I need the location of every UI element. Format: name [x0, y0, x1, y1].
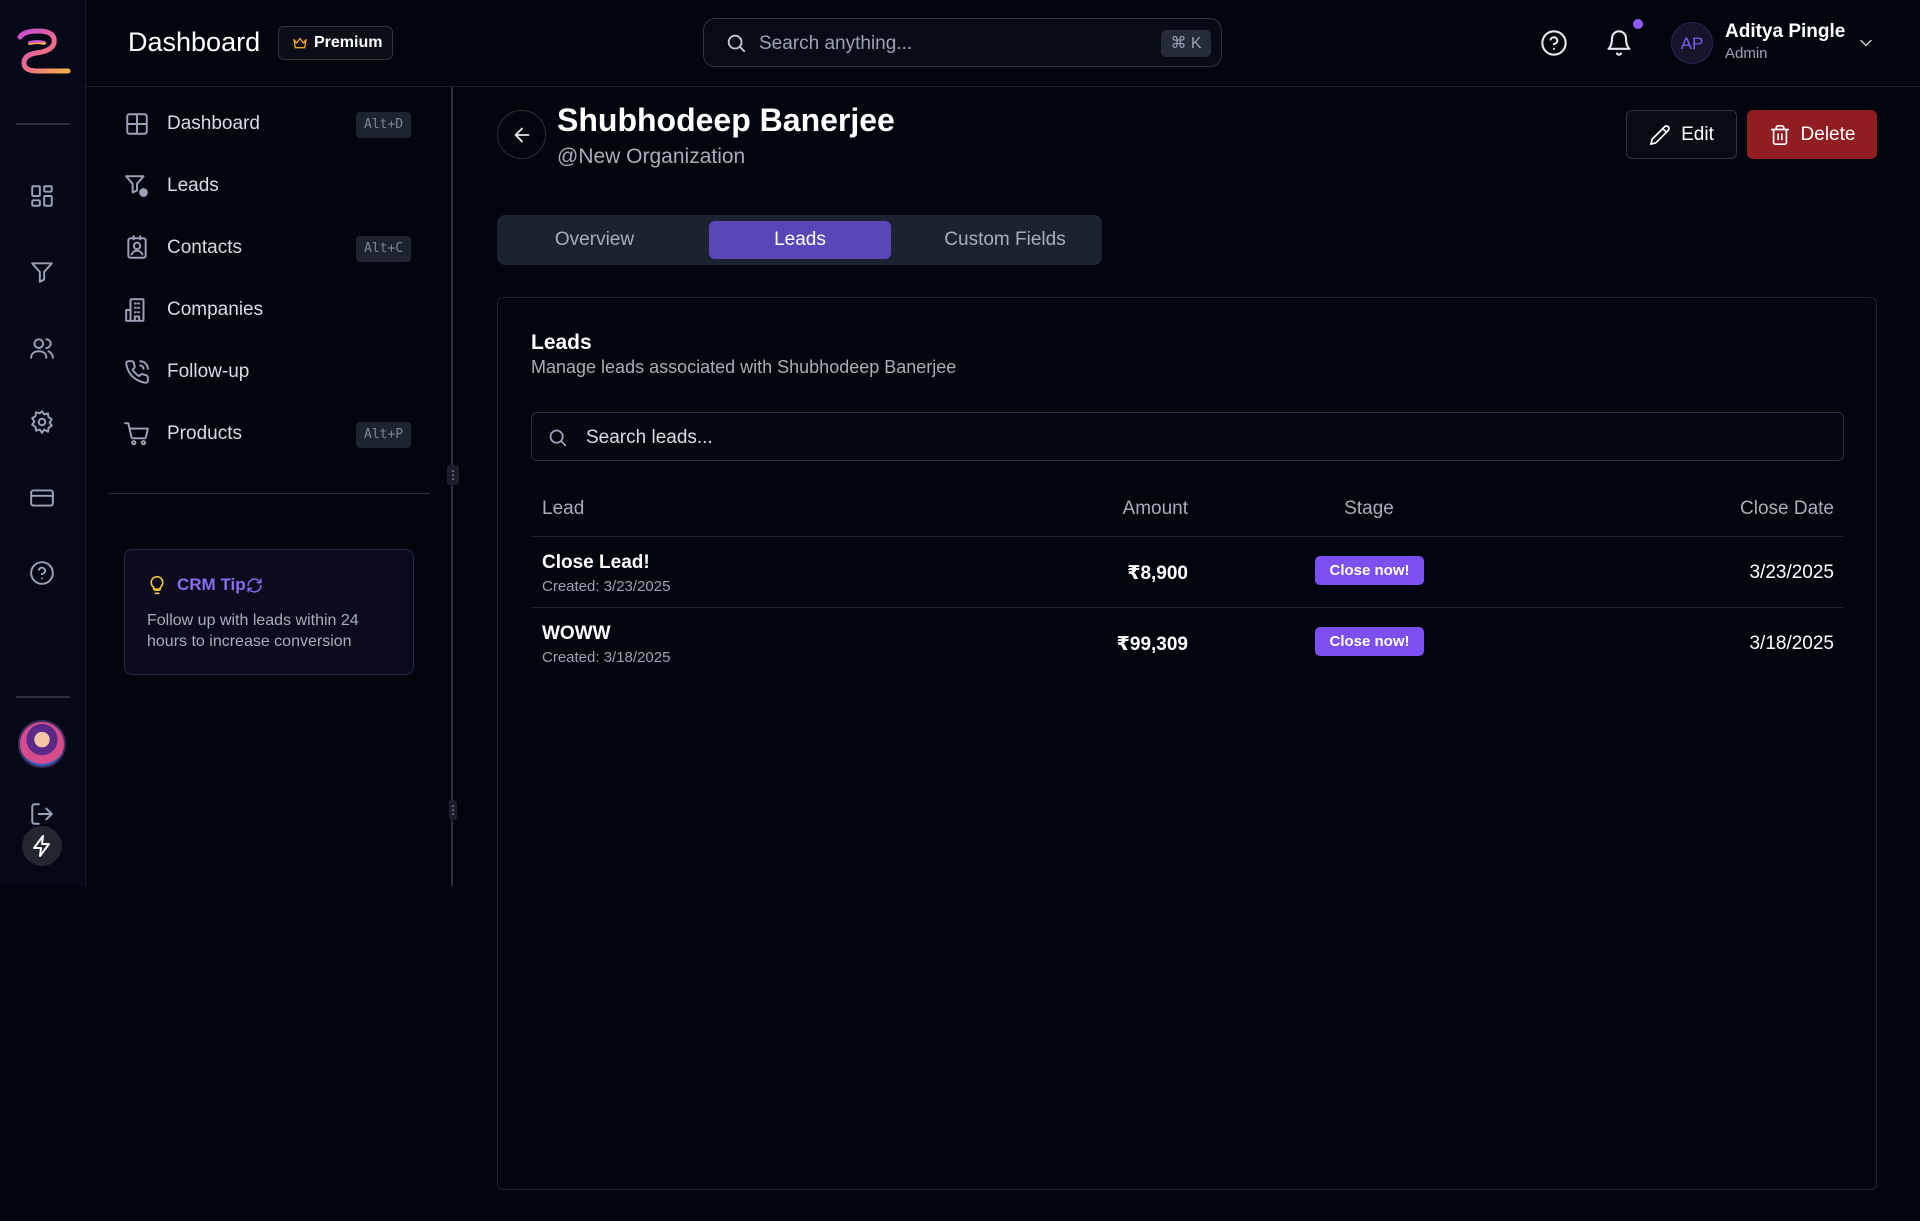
contact-organization: @New Organization [557, 145, 746, 168]
app-logo[interactable] [14, 27, 72, 75]
sidebar-item-products[interactable]: Products Alt+P [124, 414, 414, 454]
sidebar-item-label: Leads [167, 175, 219, 196]
card-subtitle: Manage leads associated with Shubhodeep … [531, 357, 957, 377]
sidebar-item-label: Products [167, 423, 242, 444]
lead-amount: ₹99,309 [1116, 634, 1188, 655]
layout-grid-icon [126, 113, 148, 135]
sidebar-item-leads[interactable]: Leads [124, 166, 414, 206]
phone-icon [125, 360, 149, 384]
column-header-amount[interactable]: Amount [1123, 498, 1188, 520]
contact-name: Shubhodeep Banerjee [557, 102, 895, 138]
search-placeholder: Search anything... [759, 33, 913, 54]
credit-card-icon[interactable] [27, 483, 57, 513]
column-header-close-date[interactable]: Close Date [1740, 498, 1834, 520]
global-search-input[interactable]: Search anything... ⌘ K [703, 18, 1222, 67]
bell-icon[interactable] [1602, 26, 1636, 60]
edit-label: Edit [1681, 123, 1714, 145]
logout-icon[interactable] [27, 799, 57, 829]
shortcut-badge: Alt+C [356, 236, 412, 262]
rail-divider [16, 123, 70, 125]
help-icon[interactable] [1537, 26, 1571, 60]
search-leads-placeholder: Search leads... [586, 427, 713, 448]
bolt-icon[interactable] [22, 826, 62, 866]
lead-name[interactable]: WOWW [542, 623, 611, 645]
users-icon[interactable] [27, 333, 57, 363]
stage-badge[interactable]: Close now! [1315, 627, 1424, 656]
contact-book-icon [127, 235, 147, 259]
back-button[interactable] [497, 110, 546, 159]
tab-overview[interactable]: Overview [503, 221, 686, 259]
user-avatar[interactable]: AP [1671, 22, 1713, 64]
lead-created-date: Created: 3/18/2025 [542, 649, 671, 666]
rail-divider [16, 696, 70, 698]
cart-icon [124, 422, 149, 446]
secondary-sidebar: Dashboard Alt+D Leads Contacts Alt+C Com… [86, 87, 453, 886]
sidebar-item-follow-up[interactable]: Follow-up [124, 352, 414, 392]
stage-badge[interactable]: Close now! [1315, 556, 1424, 585]
lead-close-date: 3/23/2025 [1749, 562, 1834, 583]
profile-avatar[interactable] [18, 720, 66, 768]
resize-handle-icon[interactable]: ⋮ [447, 800, 459, 820]
column-header-lead[interactable]: Lead [542, 498, 584, 520]
search-icon [727, 34, 746, 53]
funnel-dollar-icon [125, 175, 148, 197]
trash-icon [1770, 124, 1789, 145]
tip-title: CRM Tip [177, 575, 246, 594]
premium-label: Premium [314, 34, 383, 51]
sidebar-item-dashboard[interactable]: Dashboard Alt+D [124, 104, 414, 144]
sidebar-item-label: Contacts [167, 237, 242, 258]
shortcut-badge: Alt+P [356, 422, 412, 448]
tab-custom-fields[interactable]: Custom Fields [914, 221, 1096, 259]
leads-card: Leads Manage leads associated with Shubh… [497, 297, 1877, 1190]
page-title: Dashboard [128, 27, 261, 57]
chevron-down-icon[interactable] [1849, 26, 1883, 60]
dashboard-grid-icon[interactable] [27, 181, 57, 211]
lightbulb-icon [150, 575, 164, 595]
funnel-icon[interactable] [27, 257, 57, 287]
arrow-left-icon [514, 127, 529, 142]
column-header-stage[interactable]: Stage [1344, 498, 1394, 520]
search-shortcut: ⌘ K [1161, 30, 1211, 57]
delete-button[interactable]: Delete [1747, 110, 1877, 159]
sidebar-item-label: Dashboard [167, 113, 260, 134]
card-title: Leads [531, 331, 592, 354]
shortcut-badge: Alt+D [356, 112, 412, 138]
row-divider [531, 607, 1844, 608]
help-circle-icon[interactable] [27, 558, 57, 588]
sidebar-item-label: Follow-up [167, 361, 250, 382]
refresh-icon[interactable] [246, 577, 263, 594]
user-role: Admin [1725, 45, 1768, 62]
table-header-divider [531, 536, 1844, 537]
premium-badge[interactable]: Premium [278, 26, 393, 60]
sidebar-item-label: Companies [167, 299, 264, 320]
crm-tip-card: CRM Tip Follow up with leads within 24 h… [124, 549, 414, 675]
lead-name[interactable]: Close Lead! [542, 552, 650, 574]
icon-rail [0, 0, 86, 886]
sidebar-item-contacts[interactable]: Contacts Alt+C [124, 228, 414, 268]
lead-amount: ₹8,900 [1127, 563, 1188, 584]
tab-bar: Overview Leads Custom Fields [497, 215, 1102, 265]
crown-icon [293, 37, 307, 49]
sidebar-item-companies[interactable]: Companies [124, 290, 414, 330]
delete-label: Delete [1800, 123, 1856, 145]
lead-created-date: Created: 3/23/2025 [542, 578, 671, 595]
user-name[interactable]: Aditya Pingle [1725, 21, 1845, 43]
search-icon [549, 429, 567, 447]
edit-button[interactable]: Edit [1626, 110, 1737, 159]
building-icon [125, 298, 145, 322]
gear-icon[interactable] [27, 407, 57, 437]
sidebar-divider [108, 493, 430, 494]
tab-leads[interactable]: Leads [709, 221, 891, 259]
resize-handle-icon[interactable]: ⋮ [447, 465, 459, 485]
lead-close-date: 3/18/2025 [1749, 633, 1834, 654]
pencil-icon [1650, 124, 1670, 145]
tip-text: Follow up with leads within 24 hours to … [147, 612, 359, 650]
search-leads-input[interactable]: Search leads... [531, 412, 1844, 461]
notification-dot [1633, 19, 1643, 29]
